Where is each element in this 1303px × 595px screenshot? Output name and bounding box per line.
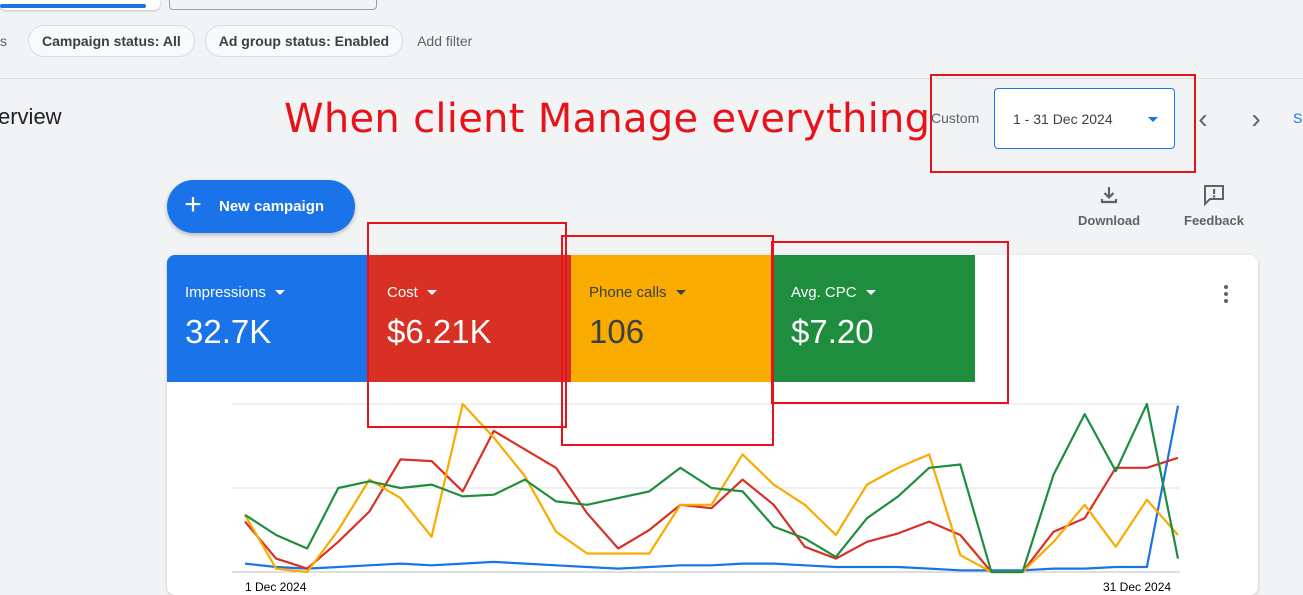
chevron-left-icon[interactable]: ‹	[1191, 104, 1215, 134]
caret-down-icon	[274, 290, 285, 295]
new-campaign-label: New campaign	[219, 198, 325, 215]
annotation-box-avg-cpc	[771, 241, 1009, 404]
annotation-box-cost	[367, 222, 567, 428]
annotation-box-phone-calls	[561, 235, 774, 446]
more-vert-icon[interactable]	[1224, 285, 1228, 306]
metric-value: 32.7K	[185, 313, 272, 350]
plus-icon: +	[184, 188, 202, 221]
campaign-status-chip[interactable]: Campaign status: All	[28, 25, 195, 57]
add-filter-link[interactable]: Add filter	[413, 33, 472, 49]
date-range-label: Custom	[931, 110, 980, 126]
top-tab-active[interactable]	[0, 0, 160, 10]
download-icon	[1100, 187, 1118, 204]
download-label: Download	[1078, 213, 1141, 228]
filter-bar: s Campaign status: All Ad group status: …	[0, 22, 472, 60]
x-tick-start: 1 Dec 2024	[245, 580, 307, 594]
new-campaign-button[interactable]: + New campaign	[167, 180, 355, 233]
date-range-select[interactable]: 1 - 31 Dec 2024	[994, 88, 1175, 149]
feedback-button[interactable]: Feedback	[1184, 184, 1244, 228]
ad-group-status-chip[interactable]: Ad group status: Enabled	[204, 25, 404, 57]
chevron-right-icon[interactable]: ›	[1244, 104, 1268, 134]
metric-tile-impressions[interactable]: Impressions 32.7K	[167, 255, 369, 382]
top-input-box[interactable]	[169, 0, 377, 10]
filter-cut-text: s	[0, 33, 7, 49]
dropdown-caret-icon	[1148, 117, 1158, 122]
x-tick-end: 31 Dec 2024	[1103, 580, 1171, 594]
feedback-icon	[1203, 185, 1224, 206]
download-button[interactable]: Download	[1078, 184, 1140, 228]
date-range-value: 1 - 31 Dec 2024	[1013, 110, 1113, 127]
cut-link[interactable]: S	[1293, 110, 1302, 126]
annotation-text: When client Manage everything	[284, 96, 931, 142]
series-line-1	[244, 429, 1179, 574]
feedback-label: Feedback	[1184, 213, 1244, 228]
page-title: erview	[0, 104, 62, 129]
metric-label: Impressions	[185, 284, 266, 301]
